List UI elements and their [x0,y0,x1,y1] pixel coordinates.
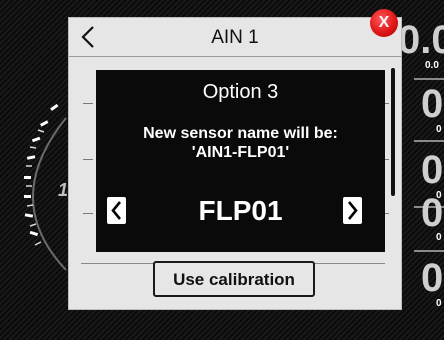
readout-value-2: 0 [421,148,444,192]
option-panel: Option 3 New sensor name will be: 'AIN1-… [96,70,385,252]
previous-option-button[interactable] [107,197,126,224]
readout-divider [414,78,444,80]
chevron-left-icon [111,201,122,220]
message-line-2: 'AIN1-FLP01' [191,144,290,161]
close-button[interactable]: X [370,9,398,37]
gauge-label: 1 [58,180,68,200]
chevron-left-icon [81,26,94,48]
scrollbar[interactable] [391,68,395,196]
sensor-value: FLP01 [198,195,283,226]
list-separator [83,159,93,160]
back-button[interactable] [73,22,101,52]
option-title: Option 3 [202,81,279,103]
gauge-ticks [24,103,59,237]
top-readout-sub: 0.0 [425,60,439,71]
next-option-button[interactable] [343,197,362,224]
readout-sub-1: 0 [436,124,442,135]
sensor-name-message: New sensor name will be: 'AIN1-FLP01' [96,124,385,162]
list-separator [83,103,93,104]
readout-value-3: 0 [421,191,444,235]
readout-divider [414,250,444,252]
readout-sub-3: 0 [436,232,442,243]
ain-settings-dialog: AIN 1 X Option 3 New sensor name will be… [68,9,402,310]
readout-value-1: 0 [421,82,444,126]
message-line-1: New sensor name will be: [143,125,338,142]
list-separator [83,213,93,214]
top-readout-value: 0.0 [398,18,444,62]
dialog-title: AIN 1 [211,27,259,48]
use-calibration-button[interactable]: Use calibration [153,261,315,297]
readout-value-4: 0 [421,256,444,300]
readout-sub-4: 0 [436,298,442,309]
readout-divider [414,140,444,142]
dialog-titlebar: AIN 1 [69,18,401,57]
chevron-right-icon [347,201,358,220]
